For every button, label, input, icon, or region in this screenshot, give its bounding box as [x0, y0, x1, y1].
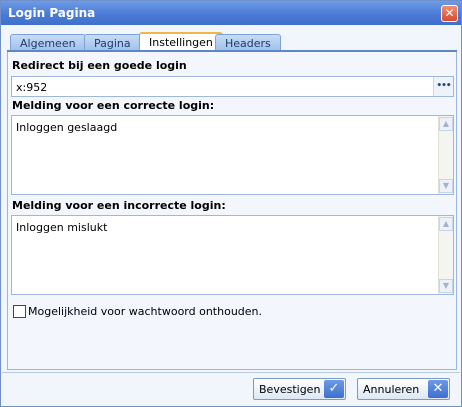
- remember-password-checkbox[interactable]: [13, 305, 26, 318]
- title-bar: Login Pagina ✕: [1, 1, 461, 25]
- checkmark-icon: ✓: [324, 380, 344, 398]
- tab-pagina[interactable]: Pagina: [84, 34, 141, 51]
- failure-message-label: Melding voor een incorrecte login:: [12, 199, 226, 212]
- window-title: Login Pagina: [8, 6, 96, 20]
- success-message-label: Melding voor een correcte login:: [12, 99, 215, 112]
- ellipsis-icon: •••: [436, 81, 451, 91]
- scroll-up-icon[interactable]: ▲: [439, 117, 453, 131]
- success-message-textarea[interactable]: Inloggen geslaagd ▲ ▼: [11, 115, 454, 195]
- tab-algemeen[interactable]: Algemeen: [10, 34, 86, 51]
- scroll-down-icon[interactable]: ▼: [439, 179, 453, 193]
- success-message-scrollbar[interactable]: ▲ ▼: [438, 116, 453, 194]
- scroll-up-icon[interactable]: ▲: [439, 217, 453, 231]
- failure-message-textarea[interactable]: Inloggen mislukt ▲ ▼: [11, 215, 454, 295]
- redirect-field[interactable]: x:952 •••: [11, 76, 454, 97]
- close-icon: ✕: [428, 380, 448, 398]
- footer-divider: [2, 372, 460, 373]
- failure-message-scrollbar[interactable]: ▲ ▼: [438, 216, 453, 294]
- tab-instellingen[interactable]: Instellingen: [139, 32, 223, 51]
- redirect-value: x:952: [16, 81, 48, 94]
- confirm-button[interactable]: Bevestigen ✓: [253, 378, 346, 400]
- confirm-label: Bevestigen: [259, 383, 321, 396]
- cancel-button[interactable]: Annuleren ✕: [357, 378, 450, 400]
- close-icon: ✕: [444, 6, 455, 20]
- redirect-label: Redirect bij een goede login: [12, 59, 187, 72]
- login-page-dialog: Login Pagina ✕ Algemeen Pagina Instellin…: [0, 0, 462, 407]
- browse-button[interactable]: •••: [433, 77, 453, 96]
- close-button[interactable]: ✕: [441, 5, 458, 22]
- tab-headers[interactable]: Headers: [215, 34, 281, 51]
- success-message-value: Inloggen geslaagd: [16, 121, 118, 134]
- scroll-down-icon[interactable]: ▼: [439, 279, 453, 293]
- cancel-label: Annuleren: [363, 383, 420, 396]
- failure-message-value: Inloggen mislukt: [16, 221, 108, 234]
- settings-panel: Redirect bij een goede login x:952 ••• M…: [7, 52, 457, 370]
- remember-password-label: Mogelijkheid voor wachtwoord onthouden.: [28, 305, 263, 318]
